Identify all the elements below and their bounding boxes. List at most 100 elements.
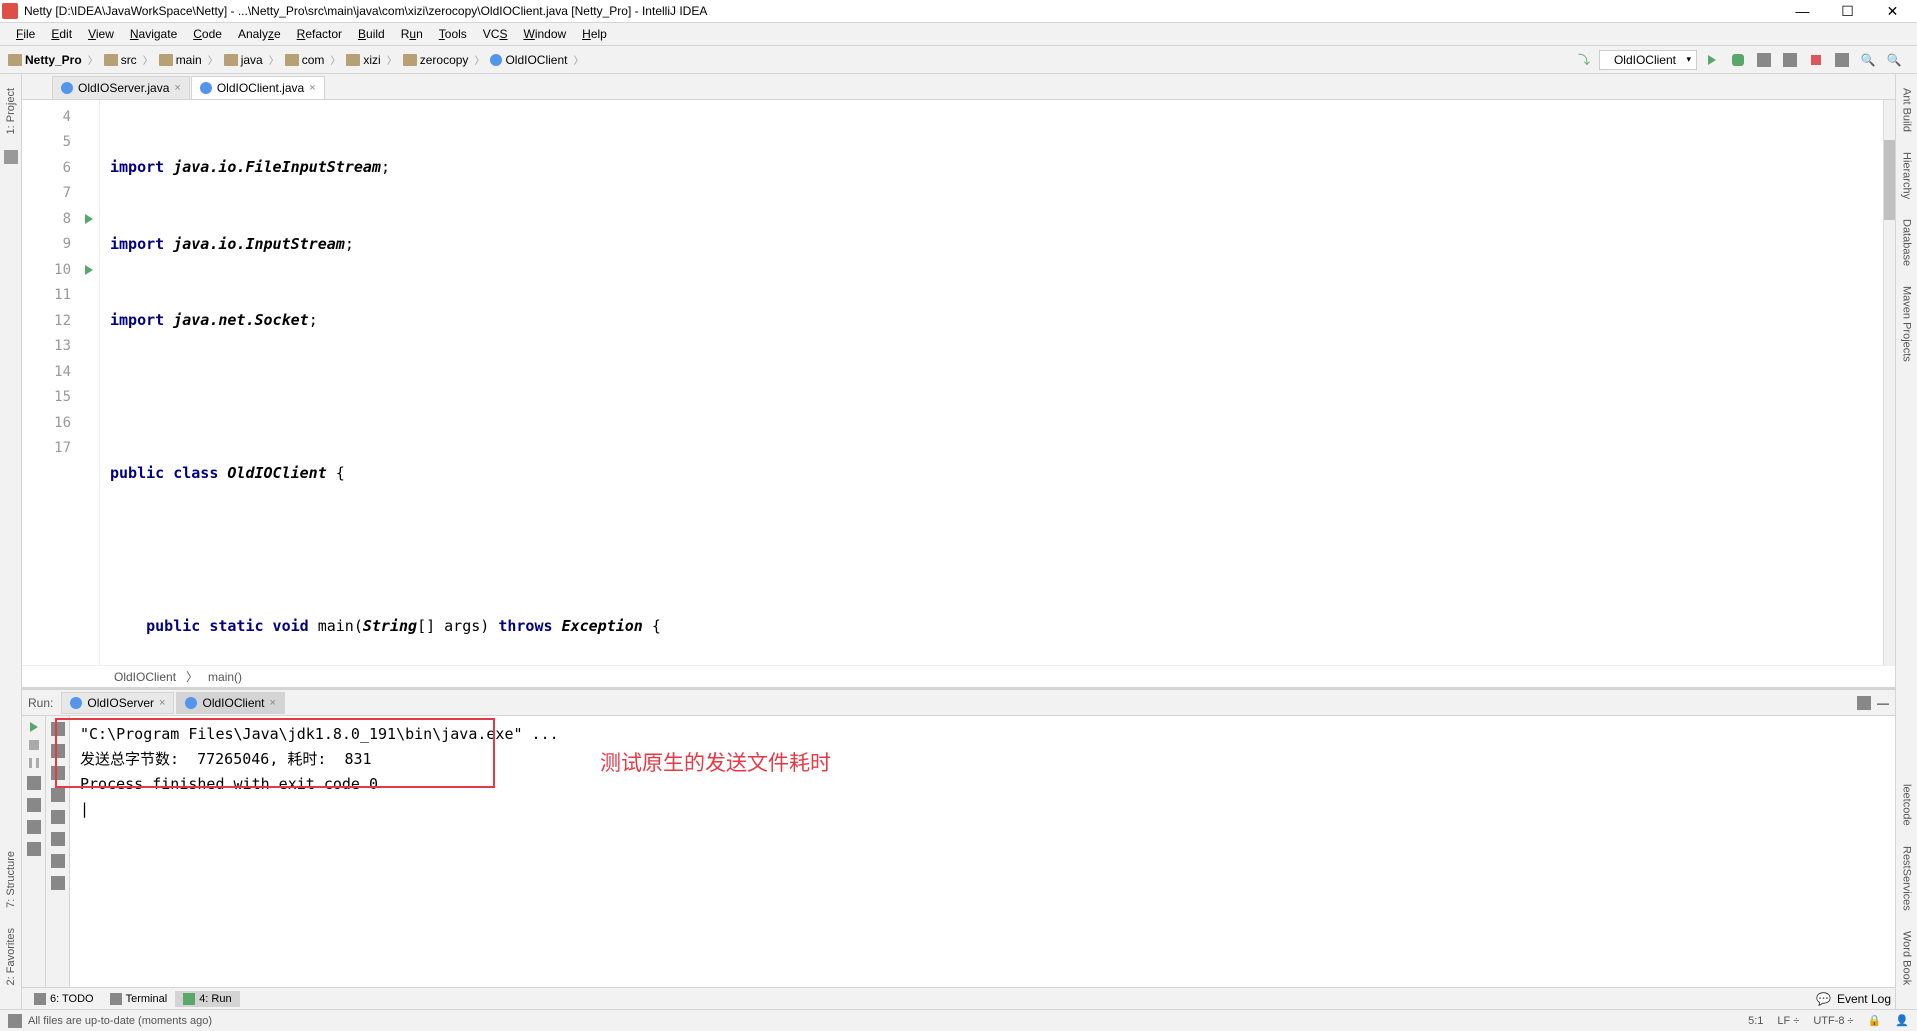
sidebar-leetcode[interactable]: leetcode (1901, 780, 1913, 830)
close-icon[interactable]: × (174, 82, 180, 94)
menu-build[interactable]: Build (350, 25, 393, 43)
menu-window[interactable]: Window (515, 25, 574, 43)
sidebar-rest[interactable]: RestServices (1901, 842, 1913, 915)
sidebar-favorites[interactable]: 2: Favorites (5, 924, 17, 989)
tab-run[interactable]: 4: Run (175, 991, 239, 1007)
line-number[interactable]: 17 (22, 436, 99, 462)
tab-client[interactable]: OldIOClient.java × (191, 76, 325, 99)
menu-navigate[interactable]: Navigate (122, 25, 185, 43)
close-icon[interactable]: × (309, 82, 315, 94)
vcs-button[interactable] (1831, 49, 1853, 71)
line-number[interactable]: 11 (22, 283, 99, 309)
inspection-icon[interactable]: 👤 (1895, 1014, 1909, 1027)
line-number[interactable]: 13 (22, 334, 99, 360)
breadcrumb-item[interactable]: main (155, 51, 206, 69)
line-number[interactable]: 5 (22, 130, 99, 156)
down-icon[interactable] (51, 744, 65, 758)
menu-tools[interactable]: Tools (431, 25, 475, 43)
line-number[interactable]: 6 (22, 155, 99, 181)
tab-todo[interactable]: 6: TODO (26, 991, 102, 1007)
run-tab-server[interactable]: OldIOServer × (61, 692, 174, 714)
camera-icon[interactable] (27, 776, 41, 790)
code-area[interactable]: import java.io.FileInputStream; import j… (100, 100, 1883, 665)
run-config-selector[interactable]: OldIOClient (1599, 50, 1697, 70)
encoding[interactable]: UTF-8 ÷ (1813, 1015, 1853, 1027)
run-button[interactable] (1701, 49, 1723, 71)
line-number[interactable]: 15 (22, 385, 99, 411)
exit-icon[interactable] (27, 798, 41, 812)
close-icon[interactable]: × (159, 697, 165, 709)
minimize-button[interactable]: — (1780, 1, 1825, 21)
line-number[interactable]: 10 (22, 257, 99, 283)
run-tab-client[interactable]: OldIOClient × (176, 692, 284, 714)
line-number[interactable]: 8 (22, 206, 99, 232)
trash-icon[interactable] (51, 876, 65, 890)
sidebar-database[interactable]: Database (1901, 215, 1913, 270)
close-icon[interactable]: × (270, 697, 276, 709)
scroll-icon[interactable] (51, 832, 65, 846)
run-gutter-icon[interactable] (85, 265, 93, 275)
breadcrumb-item[interactable]: zerocopy (399, 51, 473, 69)
sidebar-structure[interactable]: 7: Structure (5, 847, 17, 912)
arrow-icon[interactable] (51, 788, 65, 802)
scrollbar-thumb[interactable] (1884, 140, 1895, 220)
maximize-button[interactable]: ☐ (1825, 1, 1870, 21)
breadcrumb-item[interactable]: OldIOClient (486, 51, 571, 69)
stop-icon[interactable] (29, 740, 39, 750)
console-output[interactable]: 测试原生的发送文件耗时 "C:\Program Files\Java\jdk1.… (70, 716, 1895, 987)
run-gutter-icon[interactable] (85, 214, 93, 224)
menu-file[interactable]: File (8, 25, 43, 43)
menu-edit[interactable]: Edit (43, 25, 80, 43)
rerun-icon[interactable] (30, 722, 38, 732)
breadcrumb-item[interactable]: src (100, 51, 141, 69)
menu-analyze[interactable]: Analyze (230, 25, 289, 43)
menu-vcs[interactable]: VCS (475, 25, 516, 43)
hide-icon[interactable]: — (1877, 696, 1889, 710)
crumb-method[interactable]: main() (208, 670, 242, 684)
profile-button[interactable] (1779, 49, 1801, 71)
lock-icon[interactable]: 🔒 (1868, 1014, 1882, 1027)
tab-terminal[interactable]: Terminal (102, 991, 176, 1007)
breadcrumb-item[interactable]: com (281, 51, 329, 69)
menu-code[interactable]: Code (185, 25, 230, 43)
debug-button[interactable] (1727, 49, 1749, 71)
crumb-class[interactable]: OldIOClient (114, 670, 176, 684)
line-number[interactable]: 9 (22, 232, 99, 258)
pause-icon[interactable] (29, 758, 39, 768)
sidebar-project[interactable]: 1: Project (5, 84, 17, 138)
up-icon[interactable] (51, 722, 65, 736)
print-icon[interactable] (51, 854, 65, 868)
line-number[interactable]: 7 (22, 181, 99, 207)
line-separator[interactable]: LF ÷ (1777, 1015, 1799, 1027)
layout-icon[interactable] (27, 820, 41, 834)
line-number[interactable]: 14 (22, 359, 99, 385)
menu-view[interactable]: View (80, 25, 122, 43)
line-number[interactable]: 4 (22, 104, 99, 130)
breadcrumb-item[interactable]: xizi (342, 51, 384, 69)
sidebar-wordbook[interactable]: Word Book (1901, 927, 1913, 989)
search-button[interactable]: 🔍 (1857, 49, 1879, 71)
sidebar-maven[interactable]: Maven Projects (1901, 282, 1913, 366)
editor[interactable]: 4 5 6 7 8 9 10 11 12 13 14 15 16 17 impo… (22, 100, 1895, 665)
line-number[interactable]: 12 (22, 308, 99, 334)
build-button[interactable]: ⤵ (1573, 49, 1595, 71)
editor-scrollbar[interactable] (1883, 100, 1895, 665)
wrap-icon[interactable] (51, 810, 65, 824)
status-icon[interactable] (8, 1014, 22, 1028)
stop-button[interactable] (1805, 49, 1827, 71)
sidebar-hierarchy[interactable]: Hierarchy (1901, 148, 1913, 203)
arrow-icon[interactable] (51, 766, 65, 780)
sidebar-ant[interactable]: Ant Build (1901, 84, 1913, 136)
close-button[interactable]: ✕ (1870, 1, 1915, 21)
tab-server[interactable]: OldIOServer.java × (52, 76, 190, 99)
menu-run[interactable]: Run (393, 25, 431, 43)
breadcrumb-item[interactable]: Netty_Pro (4, 51, 86, 69)
coverage-button[interactable] (1753, 49, 1775, 71)
tab-eventlog[interactable]: Event Log (1837, 992, 1891, 1006)
menu-refactor[interactable]: Refactor (289, 25, 350, 43)
gear-icon[interactable] (1857, 696, 1871, 710)
menu-help[interactable]: Help (574, 25, 615, 43)
pin-icon[interactable] (27, 842, 41, 856)
line-number[interactable]: 16 (22, 410, 99, 436)
breadcrumb-item[interactable]: java (220, 51, 267, 69)
